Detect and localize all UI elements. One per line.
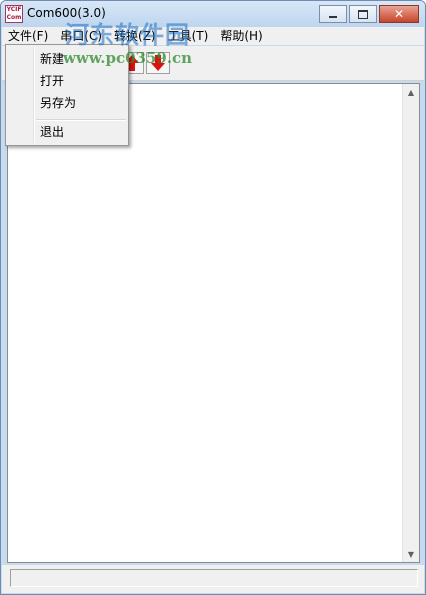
app-logo-line-2: Com bbox=[6, 14, 22, 21]
menu-item-save-as[interactable]: 另存为 bbox=[8, 92, 126, 114]
menu-convert[interactable]: 转换(Z) bbox=[108, 27, 162, 45]
close-icon: ✕ bbox=[393, 7, 405, 21]
receive-down-button[interactable] bbox=[146, 52, 170, 74]
window-controls: ✕ bbox=[319, 5, 419, 23]
close-button[interactable]: ✕ bbox=[379, 5, 419, 23]
minimize-button[interactable] bbox=[319, 5, 347, 23]
menu-file[interactable]: 文件(F) bbox=[2, 27, 54, 45]
minimize-icon bbox=[329, 16, 337, 18]
menu-item-exit[interactable]: 退出 bbox=[8, 121, 126, 143]
menu-help[interactable]: 帮助(H) bbox=[214, 27, 268, 45]
menu-tools[interactable]: 工具(T) bbox=[162, 27, 215, 45]
file-menu-dropdown: 新建 打开 另存为 退出 bbox=[5, 44, 129, 146]
maximize-button[interactable] bbox=[349, 5, 377, 23]
scroll-up-icon[interactable]: ▲ bbox=[403, 84, 419, 100]
app-window: YCIF Com Com600(3.0) ✕ 文件(F) 串口(C) 转换(Z)… bbox=[0, 0, 426, 595]
scroll-down-icon[interactable]: ▼ bbox=[403, 546, 419, 562]
vertical-scrollbar[interactable]: ▲ ▼ bbox=[402, 84, 419, 562]
title-bar[interactable]: YCIF Com Com600(3.0) ✕ bbox=[1, 1, 425, 27]
maximize-icon bbox=[358, 9, 368, 19]
window-title: Com600(3.0) bbox=[27, 6, 106, 20]
status-bar bbox=[2, 565, 424, 593]
app-logo-line-1: YCIF bbox=[6, 6, 22, 13]
app-logo-icon: YCIF Com bbox=[5, 5, 23, 23]
menu-bar: 文件(F) 串口(C) 转换(Z) 工具(T) 帮助(H) bbox=[2, 27, 424, 45]
menu-item-new[interactable]: 新建 bbox=[8, 48, 126, 70]
menu-serial-port[interactable]: 串口(C) bbox=[54, 27, 108, 45]
main-text-area[interactable]: ▲ ▼ bbox=[7, 83, 420, 563]
status-field bbox=[10, 569, 418, 587]
menu-item-open[interactable]: 打开 bbox=[8, 70, 126, 92]
arrow-down-icon bbox=[151, 55, 165, 71]
